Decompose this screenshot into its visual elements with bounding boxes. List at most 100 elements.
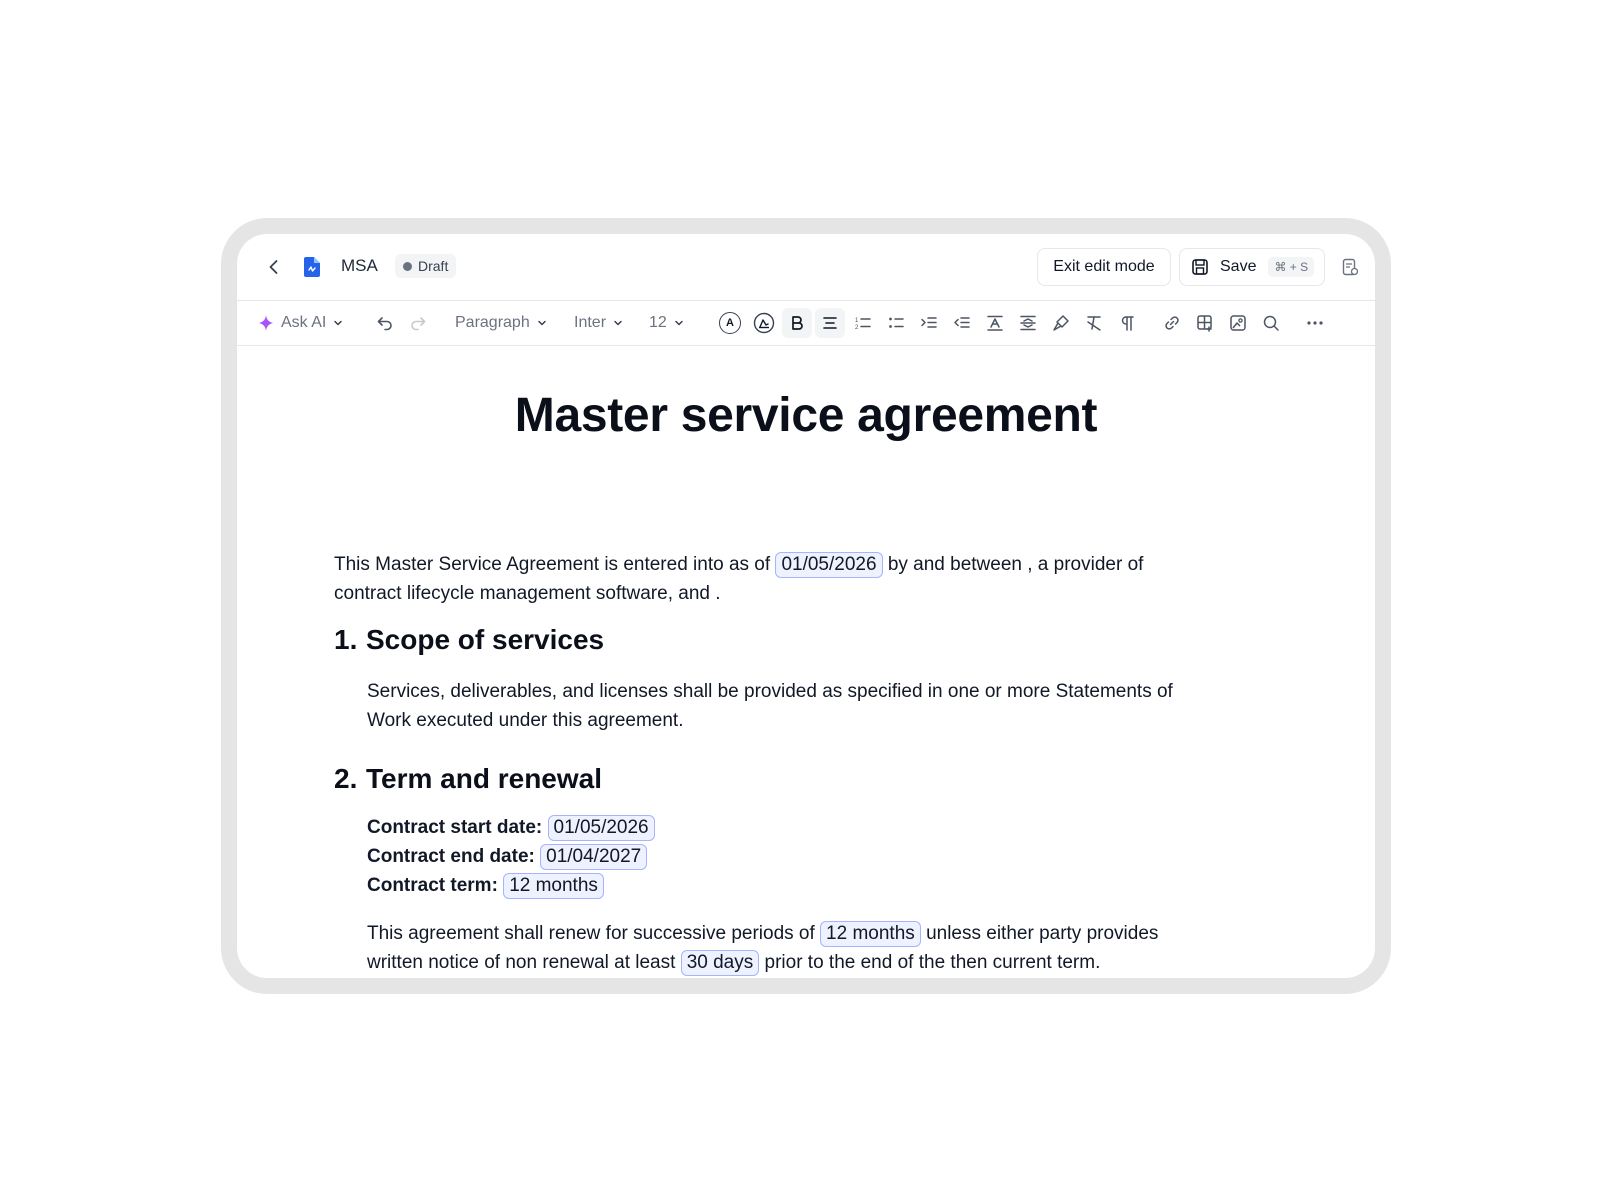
- save-shortcut: ⌘ + S: [1268, 257, 1315, 277]
- intro-line-2: contract lifecycle management software, …: [334, 583, 721, 604]
- back-button[interactable]: [261, 254, 287, 280]
- save-button[interactable]: Save ⌘ + S: [1179, 248, 1325, 286]
- ordered-list-icon: 12: [855, 318, 871, 331]
- renewal-text: unless either party provides: [926, 923, 1159, 944]
- notice-period-chip[interactable]: 30 days: [680, 950, 760, 976]
- intro-text-after: by and between , a provider of: [887, 554, 1144, 575]
- exit-edit-mode-label: Exit edit mode: [1053, 258, 1155, 275]
- contract-end-date-chip[interactable]: 01/04/2027: [540, 844, 648, 870]
- document-icon: [301, 254, 323, 280]
- scope-line-1: Services, deliverables, and licenses sha…: [367, 681, 1173, 702]
- sparkle-icon: [259, 315, 273, 331]
- format-painter-button[interactable]: [1046, 308, 1076, 338]
- svg-text:1: 1: [855, 318, 859, 324]
- font-size-label: 12: [649, 314, 667, 331]
- save-icon: [1190, 257, 1210, 277]
- status-badge: Draft: [395, 254, 457, 278]
- section-number: 2.: [334, 763, 358, 794]
- block-style-label: Paragraph: [455, 314, 530, 331]
- block-style-dropdown[interactable]: Paragraph: [455, 308, 548, 338]
- contract-term-chip[interactable]: 12 months: [503, 873, 604, 899]
- editor-header: MSA Draft Exit edit mode Save ⌘ + S: [237, 234, 1375, 301]
- renewal-line-2: written notice of non renewal at least 3…: [367, 948, 1267, 977]
- highlight-icon: [753, 312, 775, 334]
- renewal-text: written notice of non renewal at least: [367, 952, 676, 973]
- ask-ai-button[interactable]: Ask AI: [257, 308, 344, 338]
- bullet-list-button[interactable]: [881, 308, 911, 338]
- text-format-button[interactable]: [980, 308, 1010, 338]
- renewal-period-chip[interactable]: 12 months: [820, 921, 921, 947]
- editor-window: MSA Draft Exit edit mode Save ⌘ + S Ask …: [237, 234, 1375, 978]
- chevron-down-icon: [332, 317, 344, 329]
- search-icon: [1263, 315, 1279, 331]
- document-name[interactable]: MSA: [341, 256, 378, 276]
- renewal-text: prior to the end of the then current ter…: [764, 952, 1101, 973]
- svg-text:2: 2: [855, 325, 859, 331]
- align-center-icon: [823, 317, 837, 329]
- format-painter-icon: [1053, 315, 1069, 331]
- bold-button[interactable]: [782, 308, 812, 338]
- contract-start-date-chip[interactable]: 01/05/2026: [547, 815, 655, 841]
- chevron-down-icon: [673, 317, 685, 329]
- font-size-dropdown[interactable]: 12: [649, 308, 685, 338]
- font-dropdown[interactable]: Inter: [574, 308, 624, 338]
- side-panel-icon: [1342, 258, 1359, 276]
- bold-icon: [792, 316, 803, 330]
- field-label: Contract term:: [367, 875, 498, 896]
- contract-end-date-row: Contract end date: 01/04/2027: [367, 844, 648, 870]
- section-title: Term and renewal: [366, 763, 603, 794]
- indent-button[interactable]: [914, 308, 944, 338]
- section-heading-term: 2. Term and renewal: [334, 763, 602, 795]
- contract-start-date-row: Contract start date: 01/05/2026: [367, 815, 655, 841]
- clear-format-icon: [1087, 316, 1101, 331]
- align-center-button[interactable]: [815, 308, 845, 338]
- section-heading-scope: 1. Scope of services: [334, 624, 604, 656]
- text-color-button[interactable]: A: [715, 308, 745, 338]
- line-height-button[interactable]: [1013, 308, 1043, 338]
- link-icon: [1165, 316, 1179, 330]
- chevron-down-icon: [612, 317, 624, 329]
- bullet-list-icon: [889, 317, 904, 328]
- side-panel-button[interactable]: [1337, 254, 1363, 280]
- more-icon: [1307, 321, 1323, 325]
- redo-icon: [411, 317, 426, 331]
- text-format-icon: [987, 315, 1003, 331]
- effective-date-chip[interactable]: 01/05/2026: [775, 552, 883, 578]
- undo-icon: [377, 317, 392, 331]
- clear-format-button[interactable]: [1079, 308, 1109, 338]
- status-dot: [403, 261, 412, 271]
- indent-icon: [921, 317, 937, 328]
- back-icon: [269, 260, 278, 274]
- text-color-icon: A: [719, 312, 741, 334]
- section-title: Scope of services: [366, 624, 605, 655]
- chevron-down-icon: [536, 317, 548, 329]
- section-number: 1.: [334, 624, 358, 655]
- save-label: Save: [1220, 258, 1257, 275]
- insert-image-button[interactable]: [1223, 308, 1253, 338]
- pilcrow-button[interactable]: [1112, 308, 1142, 338]
- table-icon: [1197, 315, 1212, 332]
- redo-button[interactable]: [403, 308, 433, 338]
- scope-paragraph: Services, deliverables, and licenses sha…: [367, 677, 1267, 735]
- exit-edit-mode-button[interactable]: Exit edit mode: [1037, 248, 1171, 286]
- pilcrow-icon: [1121, 316, 1134, 331]
- document-title: Master service agreement: [514, 389, 1098, 442]
- line-height-icon: [1020, 315, 1036, 331]
- outdent-button[interactable]: [947, 308, 977, 338]
- more-options-button[interactable]: [1300, 308, 1330, 338]
- contract-term-row: Contract term: 12 months: [367, 873, 604, 899]
- link-button[interactable]: [1157, 308, 1187, 338]
- outdent-icon: [954, 317, 970, 328]
- field-label: Contract end date:: [367, 846, 535, 867]
- ordered-list-button[interactable]: 12: [848, 308, 878, 338]
- intro-text-before: This Master Service Agreement is entered…: [334, 554, 771, 575]
- renewal-text: This agreement shall renew for successiv…: [367, 923, 815, 944]
- font-label: Inter: [574, 314, 607, 331]
- highlight-button[interactable]: [749, 308, 779, 338]
- status-label: Draft: [418, 258, 449, 274]
- search-button[interactable]: [1256, 308, 1286, 338]
- scope-line-2: Work executed under this agreement.: [367, 710, 684, 731]
- insert-table-button[interactable]: [1190, 308, 1220, 338]
- undo-button[interactable]: [370, 308, 400, 338]
- image-icon: [1230, 315, 1246, 331]
